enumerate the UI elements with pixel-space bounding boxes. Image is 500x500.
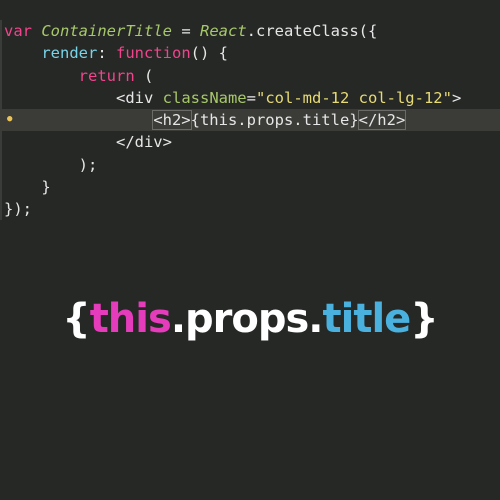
caption-this: this [89, 296, 172, 342]
classname-attr: className [162, 88, 247, 107]
render-method: render [41, 44, 98, 63]
assign-op: = [172, 22, 200, 40]
caption-dot-1: . [170, 296, 186, 342]
caption-close-brace: } [410, 296, 439, 342]
code-line-9[interactable]: }); [0, 198, 500, 220]
h2-open-tag: <h2> [152, 110, 192, 131]
code-line-7[interactable]: ); [0, 154, 500, 176]
keyword-var: var [4, 22, 32, 40]
code-line-5-highlighted[interactable]: ● <h2>{this.props.title}</h2> [0, 109, 500, 132]
code-line-4[interactable]: <div className="col-md-12 col-lg-12"> [0, 87, 500, 109]
div-open-tag: <div [115, 88, 154, 107]
class-name: ContainerTitle [41, 22, 172, 40]
brace-close: } [41, 178, 51, 197]
create-class-call: .createClass({ [246, 22, 378, 40]
keyword-return: return [78, 66, 135, 85]
paren-close: ); [78, 155, 98, 174]
code-line-6[interactable]: </div> [0, 131, 500, 153]
caption-title-word: title [322, 296, 412, 342]
class-close: }); [4, 200, 32, 219]
tag-close: > [451, 88, 462, 107]
keyword-function: function [116, 44, 191, 63]
lightbulb-icon[interactable]: ● [7, 114, 15, 124]
function-signature: () { [190, 44, 228, 63]
div-close-tag: </div> [115, 133, 172, 152]
react-ref: React [200, 22, 247, 40]
code-block[interactable]: var ContainerTitle = React.createClass({… [0, 20, 500, 221]
code-line-1[interactable]: var ContainerTitle = React.createClass({ [0, 20, 500, 42]
caption-title: {this.props.title} [0, 296, 500, 342]
title-expression: {this.props.title} [190, 111, 359, 130]
colon: : [97, 44, 116, 63]
caption-open-brace: { [62, 296, 91, 342]
return-paren: ( [134, 66, 154, 85]
code-line-2[interactable]: render: function() { [0, 42, 500, 64]
caption-props: props [185, 296, 309, 342]
caption-dot-2: . [308, 296, 323, 342]
code-line-3[interactable]: return ( [0, 65, 500, 87]
code-editor[interactable]: var ContainerTitle = React.createClass({… [0, 0, 500, 500]
h2-close-tag: </h2> [357, 110, 407, 131]
code-line-8[interactable]: } [0, 176, 500, 198]
classname-value: "col-md-12 col-lg-12" [256, 88, 452, 107]
attr-eq: = [246, 88, 256, 107]
